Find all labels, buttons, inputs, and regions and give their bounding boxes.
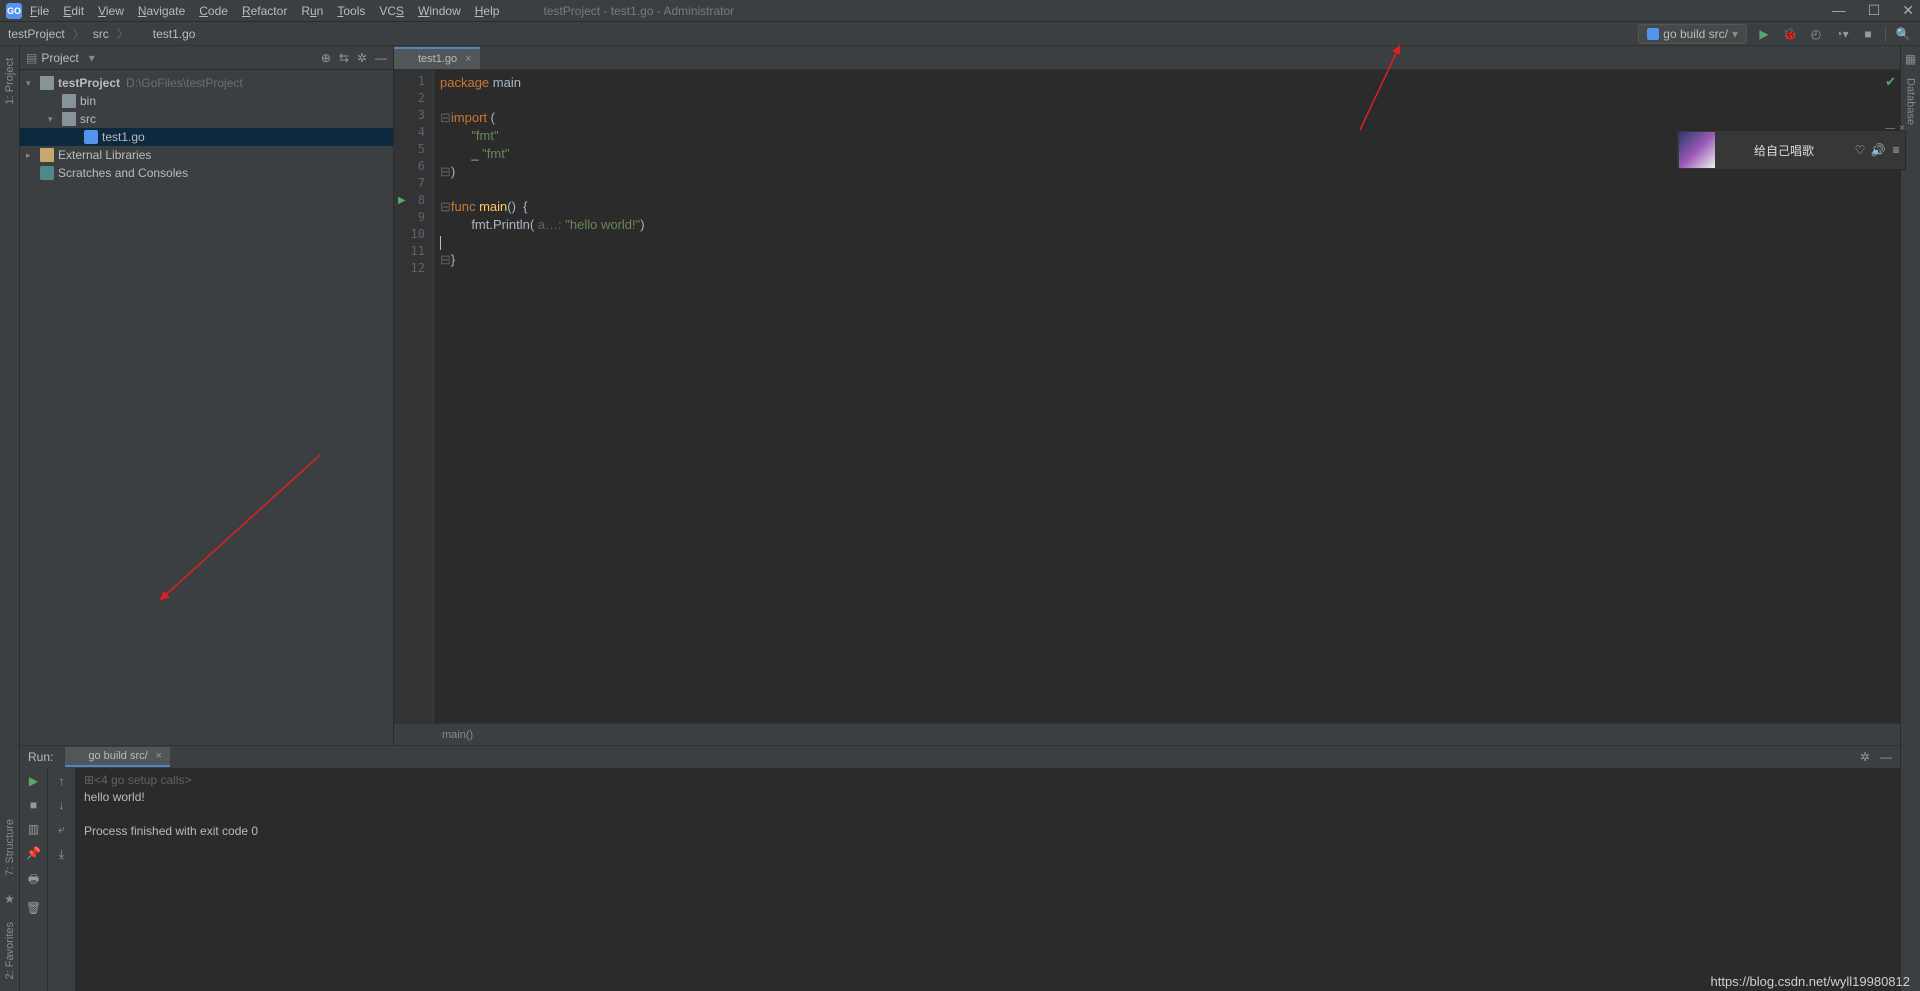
run-panel-label: Run: — [28, 750, 53, 764]
softwrap-icon[interactable]: ⤶ — [58, 822, 65, 837]
menu-edit[interactable]: Edit — [63, 4, 84, 18]
run-settings-icon[interactable]: ✲ — [1860, 750, 1870, 764]
inspection-ok-icon[interactable]: ✔ — [1885, 74, 1896, 90]
run-stop-button[interactable]: ■ — [30, 798, 37, 812]
rerun-button[interactable]: ▶ — [29, 774, 38, 788]
breadcrumb-project[interactable]: testProject — [8, 27, 65, 41]
navigation-bar: testProject 〉 src 〉 test1.go go build sr… — [0, 22, 1920, 46]
tab-close-icon[interactable]: × — [465, 53, 471, 65]
tree-external-libs[interactable]: ▸External Libraries — [20, 146, 393, 164]
right-tool-stripe: ▦ Database — [1900, 46, 1920, 991]
left-tool-stripe: 1: Project 7: Structure ★ 2: Favorites — [0, 46, 20, 991]
run-hide-icon[interactable]: — — [1880, 750, 1892, 764]
console-output[interactable]: ⊞<4 go setup calls> hello world! Process… — [76, 768, 1900, 991]
menu-navigate[interactable]: Navigate — [138, 4, 185, 18]
project-hide-icon[interactable]: — — [375, 51, 387, 65]
tree-scratches[interactable]: Scratches and Consoles — [20, 164, 393, 182]
playlist-icon[interactable]: ≡ — [1887, 143, 1905, 157]
close-icon[interactable]: ✕ — [1902, 2, 1914, 19]
tree-file-test1[interactable]: test1.go — [20, 128, 393, 146]
music-min-icon[interactable]: — — [1885, 123, 1895, 134]
run-print-icon[interactable]: 🖶 — [28, 870, 39, 891]
tree-bin[interactable]: bin — [20, 92, 393, 110]
window-title: testProject - test1.go - Administrator — [543, 4, 734, 18]
scroll-down-icon[interactable]: ↓ — [59, 798, 65, 812]
editor-breadcrumb[interactable]: main() — [394, 723, 1900, 745]
gutter-run-icon[interactable]: ▶ — [398, 195, 406, 206]
project-collapse-icon[interactable]: ⇆ — [339, 51, 349, 65]
watermark: https://blog.csdn.net/wyll19980812 — [1711, 974, 1910, 989]
debug-button[interactable]: 🐞 — [1781, 25, 1799, 43]
project-settings-icon[interactable]: ✲ — [357, 51, 367, 65]
project-panel: ▤ Project ▾ ⊕ ⇆ ✲ — ▾ testProject — [20, 46, 394, 745]
like-icon[interactable]: ♡ — [1851, 143, 1869, 157]
scroll-up-icon[interactable]: ↑ — [59, 774, 65, 788]
run-trash-icon[interactable]: 🗑 — [26, 901, 41, 915]
app-logo-icon: GO — [6, 3, 22, 19]
menu-view[interactable]: View — [98, 4, 124, 18]
search-button[interactable]: 🔍 — [1894, 25, 1912, 43]
project-view-label[interactable]: Project — [41, 51, 78, 65]
project-tool-button[interactable]: 1: Project — [4, 58, 16, 104]
run-pin-icon[interactable]: 📌 — [26, 846, 41, 860]
breadcrumb-file[interactable]: test1.go — [153, 27, 196, 41]
album-art-icon — [1679, 132, 1715, 168]
tree-root[interactable]: ▾ testProject D:\GoFiles\testProject — [20, 74, 393, 92]
profile-button[interactable]: ◔▾ — [1833, 25, 1851, 43]
run-tab[interactable]: go build src/ × — [65, 747, 170, 767]
run-button[interactable]: ▶ — [1755, 25, 1773, 43]
run-panel: Run: go build src/ × ✲ — ▶ ■ ▥ 📌 🖶 — [20, 745, 1900, 991]
run-layout-icon[interactable]: ▥ — [28, 822, 39, 836]
editor-gutter: 123 456 7 ▶8 9101112 — [394, 70, 434, 723]
coverage-button[interactable]: ◴ — [1807, 25, 1825, 43]
run-config-dropdown[interactable]: go build src/ ▾ — [1638, 24, 1747, 44]
stop-button[interactable]: ■ — [1859, 25, 1877, 43]
menu-bar: GO File Edit View Navigate Code Refactor… — [0, 0, 1920, 22]
music-close-icon[interactable]: × — [1899, 123, 1905, 134]
structure-tool-button[interactable]: 7: Structure — [4, 819, 16, 876]
editor-pane: test1.go × 123 456 7 ▶8 9101112 package … — [394, 46, 1900, 745]
minimize-icon[interactable]: — — [1832, 2, 1846, 19]
project-target-icon[interactable]: ⊕ — [321, 51, 331, 65]
favorites-tool-button[interactable]: 2: Favorites — [4, 922, 16, 979]
menu-code[interactable]: Code — [199, 4, 228, 18]
scroll-end-icon[interactable]: ⤓ — [59, 847, 64, 862]
database-tool-button[interactable]: Database — [1905, 78, 1917, 125]
menu-window[interactable]: Window — [418, 4, 461, 18]
menu-help[interactable]: Help — [475, 4, 500, 18]
volume-icon[interactable]: 🔊 — [1869, 143, 1887, 157]
menu-file[interactable]: File — [30, 4, 49, 18]
music-widget[interactable]: —× 给自己唱歌 ♡ 🔊 ≡ — [1676, 130, 1906, 170]
track-title: 给自己唱歌 — [1717, 142, 1851, 159]
tree-src[interactable]: ▾src — [20, 110, 393, 128]
maximize-icon[interactable]: ☐ — [1868, 2, 1881, 19]
menu-vcs[interactable]: VCS — [379, 4, 404, 18]
editor-tab-test1[interactable]: test1.go × — [394, 47, 480, 69]
go-icon — [1647, 28, 1659, 40]
run-tab-close-icon[interactable]: × — [156, 750, 162, 762]
breadcrumb-src[interactable]: src — [93, 27, 109, 41]
menu-run[interactable]: Run — [301, 4, 323, 18]
menu-refactor[interactable]: Refactor — [242, 4, 287, 18]
menu-tools[interactable]: Tools — [337, 4, 365, 18]
